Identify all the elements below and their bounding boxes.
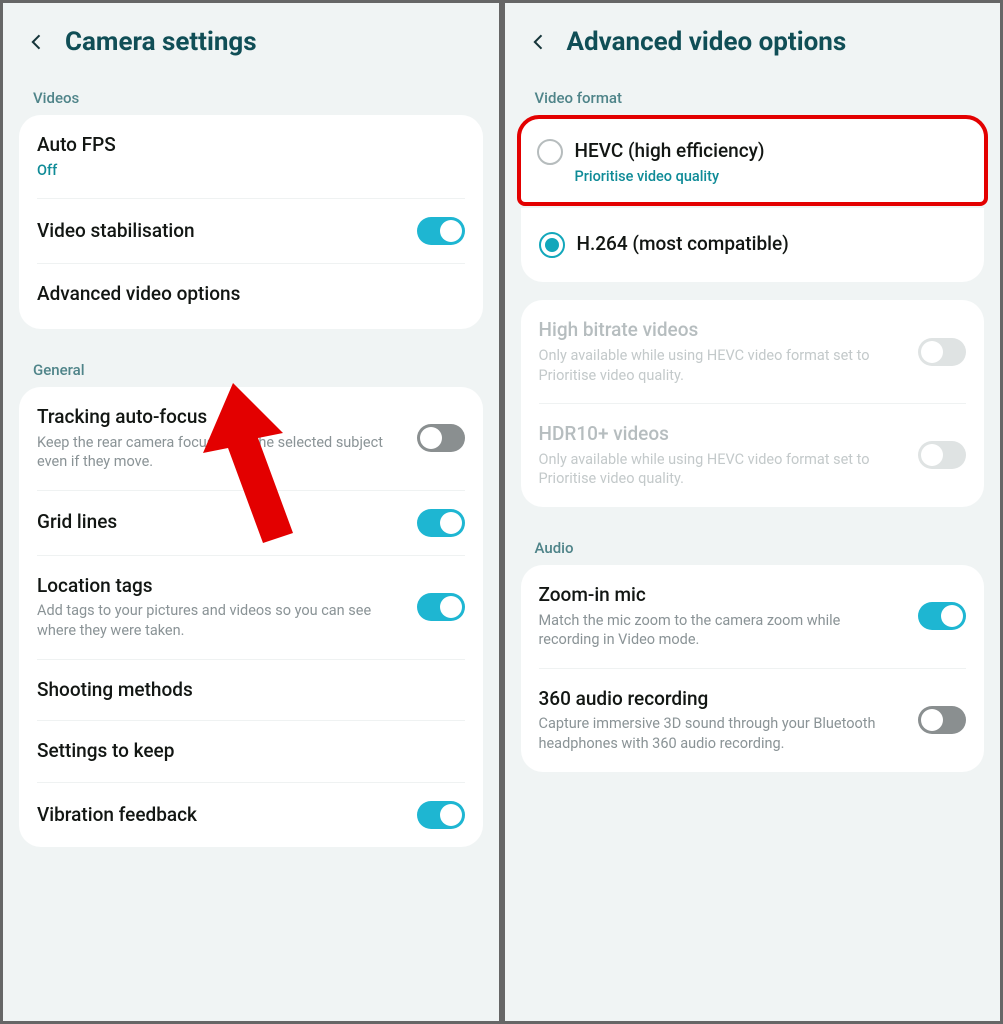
hdr10-row: HDR10+ videos Only available while using… — [539, 404, 967, 507]
auto-fps-value: Off — [37, 161, 465, 181]
vibration-feedback-row[interactable]: Vibration feedback — [37, 783, 465, 847]
advanced-video-options-title: Advanced video options — [37, 282, 465, 307]
vibration-feedback-toggle[interactable] — [417, 801, 465, 829]
high-bitrate-toggle — [918, 338, 966, 366]
location-tags-row[interactable]: Location tags Add tags to your pictures … — [37, 556, 465, 660]
360-audio-row[interactable]: 360 audio recording Capture immersive 3D… — [539, 669, 967, 772]
header: Camera settings — [3, 3, 499, 75]
section-label-video-format: Video format — [505, 75, 1001, 115]
location-tags-sub: Add tags to your pictures and videos so … — [37, 601, 403, 640]
hevc-radio[interactable] — [537, 139, 563, 165]
tracking-auto-focus-row[interactable]: Tracking auto-focus Keep the rear camera… — [37, 387, 465, 491]
video-stabilisation-row[interactable]: Video stabilisation — [37, 199, 465, 264]
header: Advanced video options — [505, 3, 1001, 75]
back-icon[interactable] — [27, 32, 47, 52]
advanced-video-options-screen: Advanced video options Video format HEVC… — [502, 0, 1003, 1024]
tracking-auto-focus-sub: Keep the rear camera focused on the sele… — [37, 433, 403, 472]
shooting-methods-title: Shooting methods — [37, 678, 465, 703]
360-audio-toggle[interactable] — [918, 706, 966, 734]
high-bitrate-row: High bitrate videos Only available while… — [539, 300, 967, 404]
h264-title: H.264 (most compatible) — [577, 232, 967, 257]
grid-lines-toggle[interactable] — [417, 509, 465, 537]
hdr10-sub: Only available while using HEVC video fo… — [539, 450, 905, 489]
360-audio-sub: Capture immersive 3D sound through your … — [539, 714, 905, 753]
zoom-in-mic-sub: Match the mic zoom to the camera zoom wh… — [539, 611, 905, 650]
hevc-sub: Prioritise video quality — [575, 167, 969, 187]
zoom-in-mic-title: Zoom-in mic — [539, 583, 905, 608]
hdr10-title: HDR10+ videos — [539, 422, 905, 447]
hdr10-toggle — [918, 441, 966, 469]
tracking-auto-focus-toggle[interactable] — [417, 424, 465, 452]
location-tags-toggle[interactable] — [417, 593, 465, 621]
360-audio-title: 360 audio recording — [539, 687, 905, 712]
shooting-methods-row[interactable]: Shooting methods — [37, 660, 465, 722]
audio-card: Zoom-in mic Match the mic zoom to the ca… — [521, 565, 985, 772]
page-title: Advanced video options — [567, 27, 847, 57]
advanced-video-options-row[interactable]: Advanced video options — [37, 264, 465, 329]
zoom-in-mic-toggle[interactable] — [918, 602, 966, 630]
auto-fps-title: Auto FPS — [37, 133, 465, 158]
tracking-auto-focus-title: Tracking auto-focus — [37, 405, 403, 430]
section-label-audio: Audio — [505, 525, 1001, 565]
grid-lines-row[interactable]: Grid lines — [37, 491, 465, 556]
video-stabilisation-toggle[interactable] — [417, 217, 465, 245]
camera-settings-screen: Camera settings Videos Auto FPS Off Vide… — [0, 0, 502, 1024]
zoom-in-mic-row[interactable]: Zoom-in mic Match the mic zoom to the ca… — [539, 565, 967, 669]
settings-to-keep-title: Settings to keep — [37, 739, 465, 764]
grid-lines-title: Grid lines — [37, 510, 403, 535]
location-tags-title: Location tags — [37, 574, 403, 599]
section-label-videos: Videos — [3, 75, 499, 115]
high-bitrate-sub: Only available while using HEVC video fo… — [539, 346, 905, 385]
h264-radio[interactable] — [539, 232, 565, 258]
auto-fps-row[interactable]: Auto FPS Off — [37, 115, 465, 199]
video-stabilisation-title: Video stabilisation — [37, 219, 403, 244]
settings-to-keep-row[interactable]: Settings to keep — [37, 721, 465, 783]
section-label-general: General — [3, 347, 499, 387]
videos-card: Auto FPS Off Video stabilisation Advance… — [19, 115, 483, 329]
vibration-feedback-title: Vibration feedback — [37, 803, 403, 828]
annotation-highlight: HEVC (high efficiency) Prioritise video … — [517, 115, 989, 206]
high-bitrate-title: High bitrate videos — [539, 318, 905, 343]
h264-option-row[interactable]: H.264 (most compatible) — [539, 208, 967, 282]
hevc-option-row[interactable]: HEVC (high efficiency) Prioritise video … — [521, 119, 985, 202]
back-icon[interactable] — [529, 32, 549, 52]
hevc-title: HEVC (high efficiency) — [575, 139, 969, 164]
quality-card: High bitrate videos Only available while… — [521, 300, 985, 507]
page-title: Camera settings — [65, 27, 257, 57]
video-format-card: H.264 (most compatible) — [521, 208, 985, 282]
general-card: Tracking auto-focus Keep the rear camera… — [19, 387, 483, 847]
